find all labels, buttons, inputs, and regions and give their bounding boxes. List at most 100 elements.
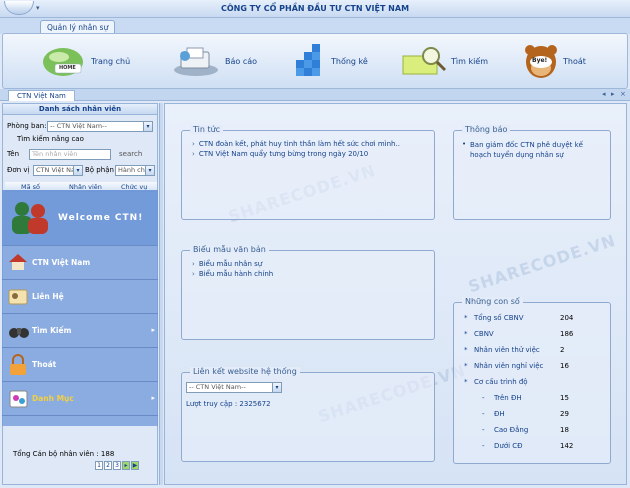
bullet-icon: * [464, 314, 468, 322]
chevron-down-icon[interactable]: ▾ [73, 166, 82, 175]
stat-dash: - [482, 394, 485, 402]
pager: 1 2 3 ▸ ▶ [95, 461, 139, 470]
search-button-label: Tìm kiếm [451, 56, 489, 66]
forms-box: Biểu mẫu văn bản Biểu mẫu nhân sự Biểu m… [181, 245, 435, 340]
notice-box: Thông báo • Ban giám đốc CTN phê duyệt k… [453, 125, 611, 220]
tab-next-icon[interactable]: ▸ [611, 90, 615, 98]
dept-select[interactable]: Hành chín ▾ [115, 165, 155, 176]
report-button[interactable]: Báo cáo [171, 38, 257, 84]
statistics-button[interactable]: Thống kê [293, 38, 368, 84]
search-button[interactable]: Tìm kiếm [401, 38, 488, 84]
bullet-icon: * [464, 362, 468, 370]
department-label: Phòng ban: [7, 122, 47, 130]
bullet-icon: • [462, 140, 467, 148]
news-item[interactable]: CTN Việt Nam quẩy tưng bừng trong ngày 2… [192, 150, 368, 158]
bullet-icon: * [464, 346, 468, 354]
home-button[interactable]: HOME Trang chủ [41, 38, 130, 84]
watermark: SHARECODE.VN [465, 230, 619, 297]
advanced-search-link[interactable]: Tìm kiếm nâng cao [17, 135, 84, 143]
menu-item-ctn-vietnam[interactable]: CTN Việt Nam [2, 246, 158, 280]
stat-dash: - [482, 442, 485, 450]
name-search-input[interactable]: Tên nhân viên [29, 149, 111, 160]
stat-value: 18 [560, 426, 569, 434]
news-box: Tin tức CTN đoàn kết, phát huy tinh thần… [181, 125, 435, 220]
statistics-button-label: Thống kê [331, 56, 368, 66]
exit-icon: Bye! [523, 42, 559, 80]
menu-item-label: Thoát [32, 360, 57, 369]
menu-item-label: Tìm Kiếm [32, 326, 72, 335]
page-next-button[interactable]: ▸ [122, 461, 130, 470]
stat-label: Nhân viên thử việc [474, 346, 540, 354]
stat-dash: - [482, 410, 485, 418]
search-link[interactable]: search [119, 150, 142, 158]
window-title: CÔNG TY CỔ PHẦN ĐẦU TƯ CTN VIỆT NAM [220, 4, 410, 13]
users-icon [8, 200, 52, 238]
stat-value: 16 [560, 362, 569, 370]
stat-value: 29 [560, 410, 569, 418]
binoculars-icon [8, 321, 30, 343]
employee-total: Tổng Cán bộ nhân viên : 188 [13, 450, 115, 458]
name-label: Tên [7, 150, 20, 158]
website-select[interactable]: -- CTN Việt Nam-- ▾ [186, 382, 282, 393]
panel-splitter[interactable] [159, 103, 163, 485]
home-icon: HOME [41, 44, 87, 78]
menu-item-label: CTN Việt Nam [32, 258, 91, 267]
stats-title: Những con số [462, 297, 523, 306]
report-icon [171, 44, 221, 78]
exit-button-label: Thoát [563, 56, 586, 66]
chevron-right-icon: ▸ [151, 326, 155, 334]
stat-label: Tổng số CBNV [474, 314, 524, 322]
notice-item[interactable]: Ban giám đốc CTN phê duyệt kế hoạch tuyể… [470, 140, 606, 160]
stat-label: Nhân viên nghỉ việc [474, 362, 544, 370]
page-last-button[interactable]: ▶ [131, 461, 139, 470]
exit-button[interactable]: Bye! Thoát [523, 38, 586, 84]
tab-prev-icon[interactable]: ◂ [602, 90, 606, 98]
unit-label: Đơn vị [7, 166, 30, 174]
ribbon-tab-hr[interactable]: Quản lý nhân sự [40, 20, 116, 34]
dept-label: Bộ phận [85, 166, 114, 174]
chevron-down-icon[interactable]: ▾ [272, 383, 281, 392]
report-button-label: Báo cáo [225, 56, 258, 66]
menu-item-label: Liên Hệ [32, 292, 64, 301]
tab-close-icon[interactable]: × [620, 90, 626, 98]
news-item[interactable]: CTN đoàn kết, phát huy tinh thần làm hết… [192, 140, 400, 148]
document-tab-bar: CTN Việt Nam ◂ ▸ × [0, 89, 630, 101]
chevron-right-icon: ▸ [151, 394, 155, 402]
menu-item-exit[interactable]: Thoát [2, 348, 158, 382]
page-2-button[interactable]: 2 [104, 461, 112, 470]
stat-value: 204 [560, 314, 574, 322]
home-button-label: Trang chủ [91, 56, 131, 66]
chevron-down-icon[interactable]: ▾ [143, 122, 152, 131]
house-icon [8, 252, 28, 274]
stat-label: Trên ĐH [494, 394, 522, 402]
menu-item-contact[interactable]: Liên Hệ [2, 280, 158, 314]
forms-item[interactable]: Biểu mẫu nhân sự [192, 260, 262, 268]
stat-label: CBNV [474, 330, 494, 338]
forms-item[interactable]: Biểu mẫu hành chính [192, 270, 273, 278]
title-bar: ▾ CÔNG TY CỔ PHẦN ĐẦU TƯ CTN VIỆT NAM [0, 0, 630, 18]
tab-ctn-vietnam[interactable]: CTN Việt Nam [8, 90, 75, 101]
page-1-button[interactable]: 1 [95, 461, 103, 470]
visit-counter: Lượt truy cập : 2325672 [186, 400, 271, 408]
news-title: Tin tức [190, 125, 224, 134]
stat-label: Cao Đẳng [494, 426, 529, 434]
unit-select[interactable]: CTN Việt Na ▾ [33, 165, 83, 176]
stat-label: Cơ cấu trình độ [474, 378, 528, 386]
menu-item-category[interactable]: Danh Mục ▸ [2, 382, 158, 416]
lock-icon [8, 354, 28, 378]
links-title: Liên kết website hệ thống [190, 367, 300, 376]
contact-card-icon [8, 287, 28, 309]
forms-title: Biểu mẫu văn bản [190, 245, 269, 254]
bullet-icon: * [464, 330, 468, 338]
menu-item-search[interactable]: Tìm Kiếm ▸ [2, 314, 158, 348]
ribbon-tab-strip: Quản lý nhân sự [0, 18, 630, 34]
employee-list-header: Danh sách nhân viên [3, 104, 157, 115]
statistics-icon [293, 44, 327, 78]
department-select-value: -- CTN Việt Nam-- [50, 122, 107, 130]
stat-label: ĐH [494, 410, 505, 418]
chevron-down-icon[interactable]: ▾ [145, 166, 154, 175]
page-3-button[interactable]: 3 [113, 461, 121, 470]
department-select[interactable]: -- CTN Việt Nam-- ▾ [47, 121, 153, 132]
welcome-banner: Welcome CTN! [2, 190, 158, 246]
department-row: Phòng ban: [7, 122, 47, 130]
